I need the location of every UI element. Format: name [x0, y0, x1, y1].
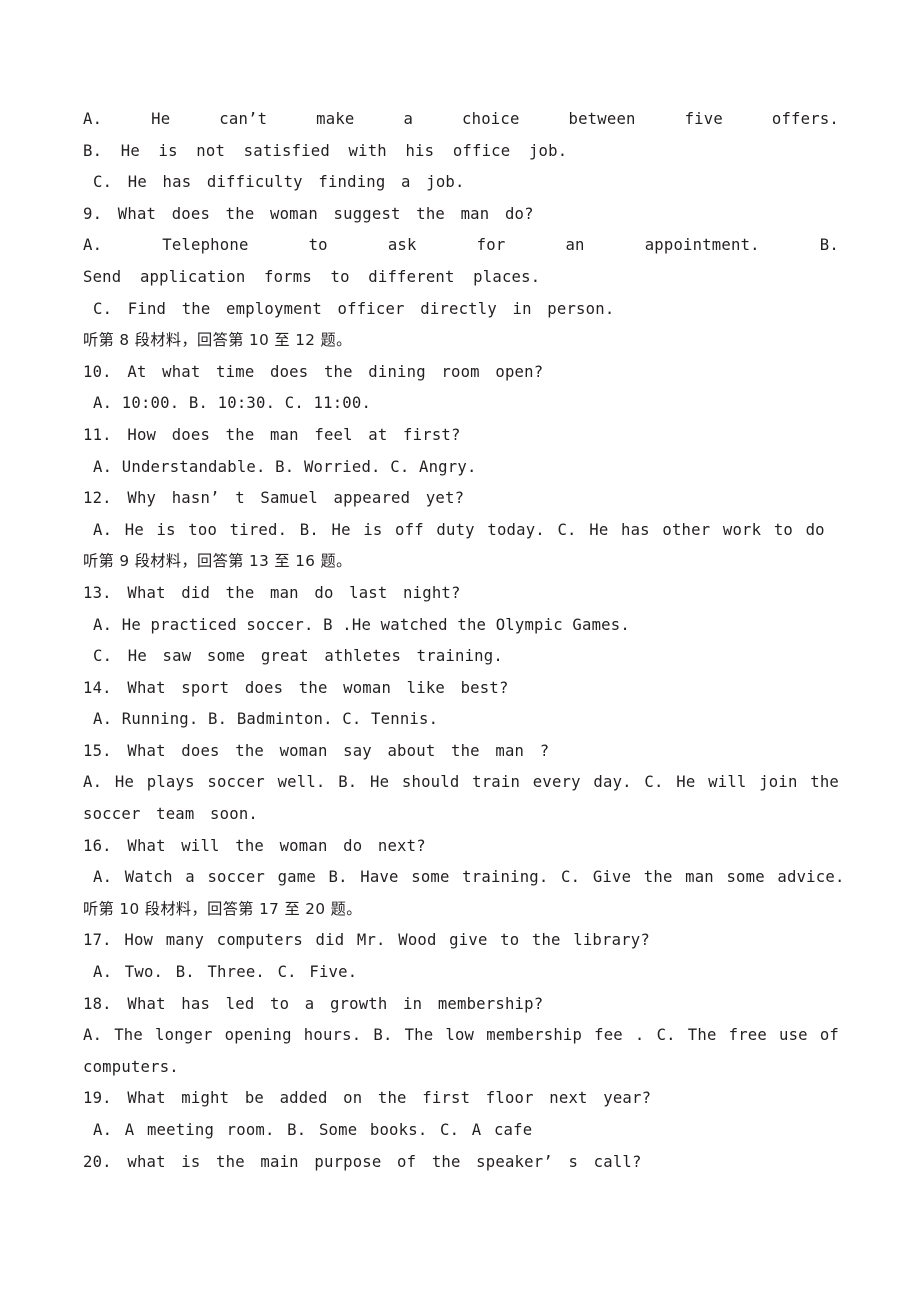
option-line: A. Watch a soccer game B. Have some trai…: [93, 868, 845, 887]
option-line: C. He saw some great athletes training.: [93, 647, 503, 666]
question-line-19: 19. What might be added on the first flo…: [83, 1089, 652, 1108]
question-line-16: 16. What will the woman do next?: [83, 836, 426, 855]
question-line-20: 20. what is the main purpose of the spea…: [83, 1152, 642, 1171]
option-line: A. Two. B. Three. C. Five.: [93, 963, 358, 982]
exam-text-body: A. He can’t make a choice between five o…: [83, 104, 845, 1178]
question-line-14: 14. What sport does the woman like best?: [83, 678, 509, 697]
document-page: A. He can’t make a choice between five o…: [0, 0, 920, 1302]
question-line-11: 11. How does the man feel at first?: [83, 425, 461, 444]
option-line: A. He plays soccer well. B. He should tr…: [83, 773, 839, 792]
option-line: A. Running. B. Badminton. C. Tennis.: [93, 710, 439, 729]
question-line-12: 12. Why hasn’ t Samuel appeared yet?: [83, 489, 465, 508]
option-line: A. He practiced soccer. B .He watched th…: [93, 615, 630, 634]
question-line-10: 10. At what time does the dining room op…: [83, 362, 544, 381]
option-line: A. Telephone to ask for an appointment. …: [83, 236, 839, 255]
option-line: A. A meeting room. B. Some books. C. A c…: [93, 1121, 533, 1139]
section-heading-material-8: 听第 8 段材料，回答第 10 至 12 题。: [83, 331, 352, 350]
section-heading-material-10: 听第 10 段材料，回答第 17 至 20 题。: [83, 899, 362, 918]
question-line-17: 17. How many computers did Mr. Wood give…: [83, 931, 650, 950]
option-line: C. He has difficulty finding a job.: [93, 173, 465, 192]
option-line: A. The longer opening hours. B. The low …: [83, 1026, 839, 1045]
option-line: computers.: [83, 1057, 179, 1076]
option-line: A. Understandable. B. Worried. C. Angry.: [93, 457, 477, 476]
option-line: C. Find the employment officer directly …: [93, 299, 615, 318]
question-line-9: 9. What does the woman suggest the man d…: [83, 204, 534, 223]
option-line: Send application forms to different plac…: [83, 267, 541, 286]
section-heading-material-9: 听第 9 段材料，回答第 13 至 16 题。: [83, 552, 352, 571]
question-line-15: 15. What does the woman say about the ma…: [83, 741, 550, 760]
option-line: A. 10:00. B. 10:30. C. 11:00.: [93, 394, 372, 413]
option-line: A. He is too tired. B. He is off duty to…: [93, 520, 825, 539]
question-line-13: 13. What did the man do last night?: [83, 583, 461, 602]
option-line: A. He can’t make a choice between five o…: [83, 110, 839, 128]
option-line: soccer team soon.: [83, 805, 258, 824]
option-line: B. He is not satisfied with his office j…: [83, 141, 568, 160]
question-line-18: 18. What has led to a growth in membersh…: [83, 994, 544, 1013]
